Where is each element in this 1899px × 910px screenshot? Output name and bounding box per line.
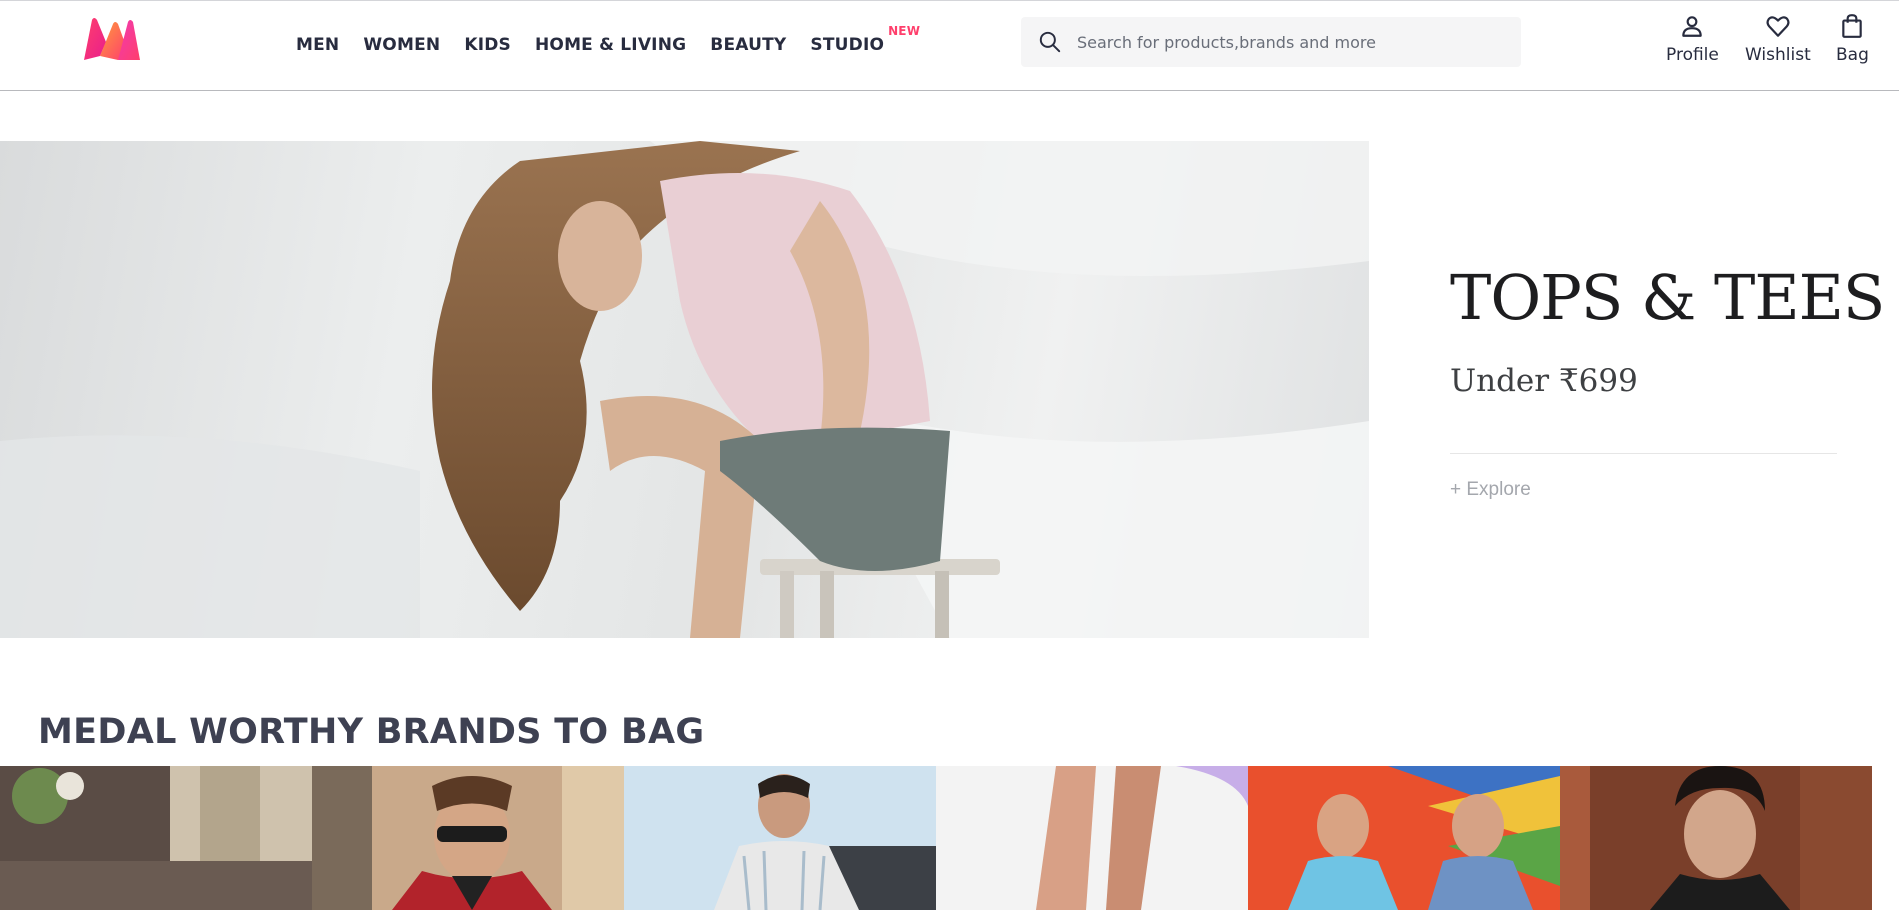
- section-title: MEDAL WORTHY BRANDS TO BAG: [38, 712, 705, 752]
- hero-photo: [0, 141, 1369, 638]
- explore-link[interactable]: + Explore: [1450, 479, 1531, 501]
- brand-card[interactable]: [1560, 766, 1872, 910]
- profile-icon: [1682, 16, 1703, 37]
- hero-banner-image[interactable]: [0, 141, 1369, 638]
- nav-home-living[interactable]: HOME & LIVING: [535, 35, 686, 55]
- bag-label: Bag: [1836, 45, 1869, 65]
- nav-men[interactable]: MEN: [296, 35, 339, 55]
- brand-card[interactable]: [1248, 766, 1560, 910]
- nav-studio[interactable]: STUDIO NEW: [810, 24, 920, 55]
- brand-photo: [312, 766, 624, 910]
- wishlist-button[interactable]: Wishlist: [1745, 13, 1811, 65]
- brand-photo: [1560, 766, 1872, 910]
- brand-card[interactable]: [0, 766, 312, 910]
- brand-photo: [1248, 766, 1560, 910]
- wishlist-label: Wishlist: [1745, 45, 1811, 65]
- brand-card[interactable]: [624, 766, 936, 910]
- nav-kids[interactable]: KIDS: [464, 35, 511, 55]
- profile-button[interactable]: Profile: [1666, 13, 1719, 65]
- bag-icon: [1842, 14, 1863, 38]
- brands-row: [0, 766, 1876, 910]
- brand-photo: [936, 766, 1248, 910]
- search-bar[interactable]: [1021, 17, 1521, 67]
- site-header: MEN WOMEN KIDS HOME & LIVING BEAUTY STUD…: [0, 0, 1899, 91]
- brand-card[interactable]: [312, 766, 624, 910]
- myntra-logo[interactable]: [80, 16, 144, 62]
- main-nav: MEN WOMEN KIDS HOME & LIVING BEAUTY STUD…: [286, 1, 920, 91]
- brand-photo: [624, 766, 936, 910]
- bag-button[interactable]: Bag: [1836, 13, 1869, 65]
- hero-title: TOPS & TEES: [1450, 261, 1885, 334]
- nav-beauty[interactable]: BEAUTY: [710, 35, 786, 55]
- new-badge: NEW: [888, 24, 921, 38]
- nav-women[interactable]: WOMEN: [363, 35, 440, 55]
- search-icon[interactable]: [1037, 29, 1063, 55]
- profile-label: Profile: [1666, 45, 1719, 65]
- brand-photo: [0, 766, 312, 910]
- brand-card[interactable]: [936, 766, 1248, 910]
- hero-promo: TOPS & TEES Under ₹699 + Explore: [1450, 141, 1885, 638]
- search-input[interactable]: [1077, 32, 1497, 52]
- hero-divider: [1450, 453, 1837, 454]
- hero-subtitle: Under ₹699: [1450, 363, 1638, 399]
- heart-icon: [1766, 16, 1790, 37]
